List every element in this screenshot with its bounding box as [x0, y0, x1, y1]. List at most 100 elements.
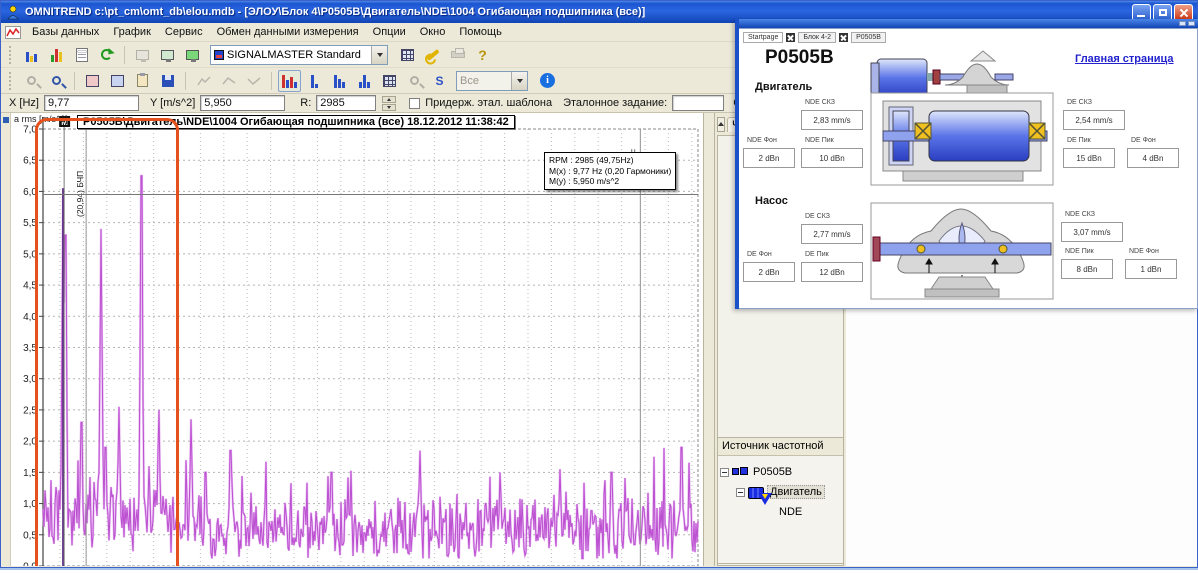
spectrum-button[interactable] [278, 70, 301, 92]
frequency-source-title: Источник частотной [718, 438, 843, 456]
rpm-spinner[interactable] [382, 96, 396, 111]
harmonic-cursor-button[interactable] [328, 70, 351, 92]
menu-databases[interactable]: Базы данных [25, 24, 106, 40]
motor-de-rms-value: 2,54 mm/s [1063, 110, 1125, 130]
popup-close-button[interactable] [1188, 21, 1195, 26]
motor-de-peak-label: DE Пик [1067, 137, 1091, 144]
clipboard-button[interactable] [131, 70, 154, 92]
motor-de-bg-label: DE Фон [1131, 137, 1156, 144]
minimize-button[interactable] [1132, 4, 1151, 21]
tree-item-nde[interactable]: NDE [720, 502, 841, 522]
peak-search-button[interactable] [403, 70, 426, 92]
tree-item-label[interactable]: P0505B [751, 466, 794, 478]
send-to-device-icon [161, 50, 174, 60]
menu-help[interactable]: Помощь [452, 24, 509, 40]
pump-de-bg-value: 2 dBn [743, 262, 795, 282]
zoom-in-button[interactable] [20, 70, 43, 92]
svg-text:4,0: 4,0 [23, 312, 37, 323]
tab-close-icon[interactable] [839, 33, 848, 42]
tab-close-icon[interactable] [786, 33, 795, 42]
rpm-spin-down[interactable] [382, 104, 396, 111]
transfer-download-button[interactable] [131, 44, 154, 66]
collapse-icon[interactable] [736, 488, 745, 497]
tree-item-label[interactable]: NDE [777, 506, 804, 518]
vertical-splitter[interactable] [703, 113, 715, 566]
menu-options[interactable]: Опции [366, 24, 413, 40]
panel-scroll-up-button[interactable] [717, 117, 725, 132]
restore-button[interactable] [1153, 4, 1172, 21]
popup-window-button[interactable] [1179, 21, 1186, 26]
device-template-dropdown[interactable] [371, 46, 387, 64]
splitter-handle[interactable] [3, 117, 9, 123]
marker-filter-combo[interactable]: Все [456, 71, 528, 91]
x-value-field[interactable]: 9,77 [44, 95, 139, 111]
hold-template-checkbox[interactable] [409, 98, 420, 109]
setup-button[interactable] [421, 44, 444, 66]
close-button[interactable] [1174, 4, 1193, 21]
y-value-field[interactable]: 5,950 [200, 95, 285, 111]
menu-window[interactable]: Окно [413, 24, 453, 40]
pump-nde-bg-label: NDE Фон [1129, 248, 1159, 255]
transfer-device-button[interactable] [181, 44, 204, 66]
refresh-button[interactable] [95, 44, 118, 66]
waterfall-button[interactable] [378, 70, 401, 92]
help-button[interactable]: ? [471, 44, 494, 66]
report-button[interactable] [70, 44, 93, 66]
info-button[interactable]: i [536, 70, 559, 92]
spectrum-chart-panel[interactable]: a rms [m/s^2] P0505B\Двигатель\NDE\1004 … [11, 113, 703, 566]
motor-nde-rms-label: NDE СКЗ [805, 99, 835, 106]
table-peaks-button[interactable] [106, 70, 129, 92]
left-gutter [1, 113, 11, 566]
zoom-out-button[interactable] [45, 70, 68, 92]
tree-item-machine[interactable]: P0505B [720, 462, 841, 482]
table-values-button[interactable] [81, 70, 104, 92]
svg-text:5,0: 5,0 [23, 249, 37, 260]
peak-search-icon [410, 76, 419, 85]
bottom-strip [0, 568, 1198, 573]
reference-field[interactable] [672, 95, 724, 111]
trend-button[interactable] [192, 70, 215, 92]
menu-data-exchange[interactable]: Обмен данными измерения [210, 24, 366, 40]
svg-text:6,0: 6,0 [23, 187, 37, 198]
print-button[interactable] [446, 44, 469, 66]
marker-filter-dropdown[interactable] [511, 72, 527, 90]
marker-icon [758, 505, 774, 519]
motor-de-rms-label: DE СКЗ [1067, 99, 1092, 106]
toolbar-grip [9, 46, 12, 64]
tree-item-motor[interactable]: Двигатель [720, 482, 841, 502]
wrench-icon [426, 48, 439, 60]
rpm-field[interactable]: 2985 [316, 95, 376, 111]
menu-service[interactable]: Сервис [158, 24, 210, 40]
mdi-child-icon[interactable] [5, 26, 21, 39]
machine-icon [732, 465, 748, 479]
sideband-cursor-button[interactable] [353, 70, 376, 92]
single-cursor-button[interactable] [303, 70, 326, 92]
motor-section-label: Двигатель [755, 81, 812, 93]
trend-icon [197, 75, 211, 87]
save-icon [162, 75, 174, 87]
export-button[interactable] [156, 70, 179, 92]
tree-item-label[interactable]: Двигатель [767, 485, 825, 499]
database-tree-button[interactable] [20, 44, 43, 66]
transfer-pc-button[interactable] [156, 44, 179, 66]
menu-graph[interactable]: График [106, 24, 158, 40]
device-template-combo[interactable]: SIGNALMASTER Standard [210, 45, 388, 65]
tab-startpage[interactable]: Startpage [743, 32, 783, 43]
tooltip-my: M(y) : 5,950 m/s^2 [549, 176, 671, 187]
collapse-icon[interactable] [720, 468, 729, 477]
svg-text:1,0: 1,0 [23, 499, 37, 510]
pump-nde-rms-label: NDE СКЗ [1065, 211, 1095, 218]
show-chart-button[interactable] [45, 44, 68, 66]
popup-title-bar[interactable] [739, 19, 1198, 28]
pump-de-rms-value: 2,77 mm/s [801, 224, 863, 244]
popup-tab-strip: Startpage Блок 4-2 P0505B [743, 32, 886, 43]
pump-de-peak-label: DE Пик [805, 251, 829, 258]
trend-band-button[interactable] [242, 70, 265, 92]
rpm-spin-up[interactable] [382, 96, 396, 103]
tab-block-4-2[interactable]: Блок 4-2 [798, 32, 836, 43]
toolbar-grip [9, 72, 12, 90]
measurement-tasks-button[interactable] [396, 44, 419, 66]
trend-compare-button[interactable] [217, 70, 240, 92]
home-page-link[interactable]: Главная страница [1075, 53, 1174, 65]
sync-button[interactable]: S [428, 70, 451, 92]
